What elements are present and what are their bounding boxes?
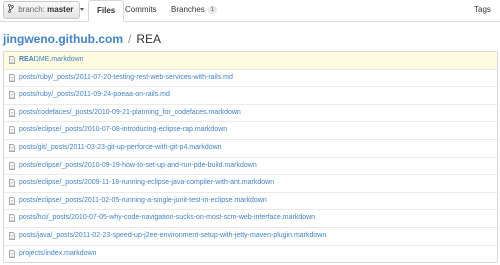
list-item[interactable]: posts/eclipse/_posts/2011-02-05-running-… [4, 193, 497, 211]
branch-selector-button[interactable]: branch: master [3, 1, 84, 19]
tab-files[interactable]: Files [88, 0, 125, 22]
file-path-rest: DME.markdown [33, 56, 84, 63]
file-path-link[interactable]: posts/git/_posts/2011-03-23-git-up-perfo… [19, 144, 222, 151]
file-icon [9, 73, 15, 82]
file-path-link[interactable]: README.markdown [19, 56, 84, 63]
file-finder-results: README.markdown posts/ruby/_posts/2011-0… [3, 51, 498, 263]
file-icon [9, 196, 15, 205]
file-path-link[interactable]: posts/java/_posts/2011-02-23-speed-up-j2… [19, 232, 326, 239]
file-icon [9, 56, 15, 64]
chevron-down-icon [79, 8, 84, 11]
file-path-link[interactable]: posts/eclipse/_posts/2010-07-08-introduc… [19, 126, 227, 133]
tab-files-label: Files [97, 6, 116, 15]
file-icon [9, 249, 15, 258]
list-item[interactable]: posts/ruby/_posts/2011-07-20-testing-res… [4, 70, 497, 88]
list-item[interactable]: README.markdown [4, 52, 497, 70]
list-item[interactable]: projects/index.markdown [4, 246, 497, 262]
list-item[interactable]: posts/eclipse/_posts/2009-11-18-running-… [4, 175, 497, 193]
list-item[interactable]: posts/git/_posts/2011-03-23-git-up-perfo… [4, 140, 497, 158]
repo-toolbar: branch: master Files Commits Branches 1 T… [0, 0, 500, 22]
repo-link[interactable]: jingweno.github.com [3, 32, 123, 46]
file-icon [9, 108, 15, 117]
list-item[interactable]: posts/hci/_posts/2010-07-05-why-code-nav… [4, 210, 497, 228]
file-path-link[interactable]: projects/index.markdown [19, 250, 96, 257]
branches-count-badge: 1 [207, 6, 218, 14]
tab-branches-label: Branches [171, 5, 205, 14]
file-icon [9, 144, 15, 152]
list-item[interactable]: posts/codefaces/_posts/2010-09-21-planni… [4, 105, 497, 123]
list-item[interactable]: posts/eclipse/_posts/2010-09-19-how-to-s… [4, 158, 497, 176]
file-icon [9, 161, 15, 170]
branch-icon [8, 4, 14, 13]
breadcrumb: jingweno.github.com / REA [3, 31, 161, 47]
list-item[interactable]: posts/ruby/_posts/2011-09-24-poeaa-on-ra… [4, 87, 497, 105]
tab-branches[interactable]: Branches 1 [171, 0, 218, 22]
breadcrumb-separator: / [128, 32, 132, 46]
match-highlight: REA [19, 56, 34, 63]
file-icon [9, 232, 15, 240]
tab-tags[interactable]: Tags [474, 0, 491, 22]
file-icon [9, 126, 15, 135]
tab-commits-label: Commits [125, 5, 157, 14]
tabs-divider [0, 21, 500, 22]
file-path-link[interactable]: posts/codefaces/_posts/2010-09-21-planni… [19, 109, 241, 116]
list-item[interactable]: posts/eclipse/_posts/2010-07-08-introduc… [4, 122, 497, 140]
list-item[interactable]: posts/java/_posts/2011-02-23-speed-up-j2… [4, 228, 497, 246]
file-path-link[interactable]: posts/hci/_posts/2010-07-05-why-code-nav… [19, 214, 315, 221]
file-icon [9, 214, 15, 223]
branch-label: branch: [18, 5, 45, 14]
file-finder-query[interactable]: REA [136, 32, 161, 46]
file-path-link[interactable]: posts/ruby/_posts/2011-07-20-testing-res… [19, 74, 233, 81]
file-icon [9, 91, 15, 100]
file-path-link[interactable]: posts/ruby/_posts/2011-09-24-poeaa-on-ra… [19, 91, 170, 98]
file-path-link[interactable]: posts/eclipse/_posts/2010-09-19-how-to-s… [19, 162, 257, 169]
file-path-link[interactable]: posts/eclipse/_posts/2009-11-18-running-… [19, 179, 274, 186]
tab-tags-label: Tags [474, 5, 491, 14]
branch-name: master [47, 5, 74, 14]
file-path-link[interactable]: posts/eclipse/_posts/2011-02-05-running-… [19, 197, 267, 204]
file-icon [9, 179, 15, 188]
tab-commits[interactable]: Commits [125, 0, 157, 22]
